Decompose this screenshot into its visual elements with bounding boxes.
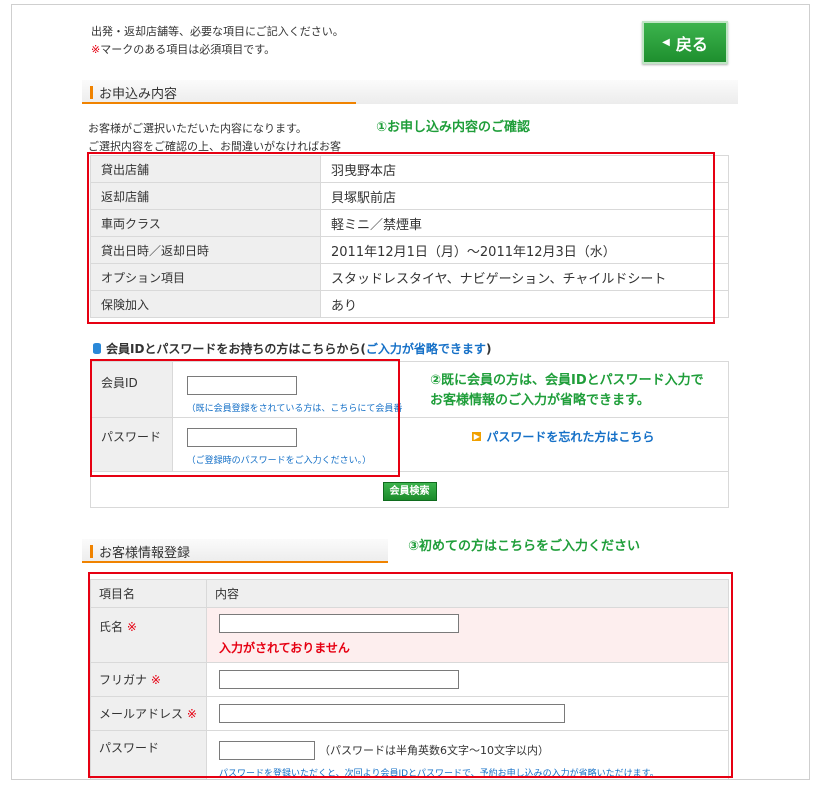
annotation-3: ③初めての方はこちらをご入力ください [408,539,641,554]
annotation-2: ②既に会員の方は、会員IDとパスワード入力で お客様情報のご入力が省略できます。 [430,371,704,411]
member-heading-text: 会員IDとパスワードをお持ちの方はこちらから(ご入力が省略できます) [106,340,491,357]
intro-text: 出発・返却店舗等、必要な項目にご記入ください。 ※マークのある項目は必須項目です… [91,23,344,59]
member-heading-link[interactable]: ご入力が省略できます [366,342,486,356]
section-2-underline [82,561,388,563]
annotation-2-line-1: ②既に会員の方は、会員IDとパスワード入力で [430,373,704,388]
back-button-label: 戻る [675,34,708,54]
page-content: 出発・返却店舗等、必要な項目にご記入ください。 ※マークのある項目は必須項目です… [12,5,809,779]
reservation-note-1: お客様がご選択いただいた内容になります。 [88,122,307,135]
forgot-password-link[interactable]: ▶ パスワードを忘れた方はこちら [472,428,728,445]
registration-highlight [88,572,733,778]
member-highlight [90,359,400,477]
intro-line-1: 出発・返却店舗等、必要な項目にご記入ください。 [91,25,344,38]
annotation-2-line-2: お客様情報のご入力が省略できます。 [430,393,650,408]
back-button[interactable]: ◀ 戻る [642,21,728,64]
intro-line-2: ※マークのある項目は必須項目です。 [91,41,344,59]
member-heading-pre: 会員IDとパスワードをお持ちの方はこちらから( [106,342,366,356]
member-login-heading: 会員IDとパスワードをお持ちの方はこちらから(ご入力が省略できます) [93,340,491,357]
section-customer-header: お客様情報登録 [82,539,388,563]
database-icon [93,343,101,354]
section-title: お申込み内容 [82,80,738,104]
arrow-right-icon: ▶ [472,432,482,441]
intro-line-2-text: マークのある項目は必須項目です。 [100,43,276,56]
triangle-left-icon: ◀ [662,37,670,48]
annotation-1: ①お申し込み内容のご確認 [376,120,531,135]
required-mark: ※ [91,43,101,56]
section-underline [82,102,356,104]
reservation-note: お客様がご選択いただいた内容になります。 ご選択内容をご確認の上、お間違いがなけ… [88,120,341,156]
member-heading-post: ) [485,342,492,356]
reservation-highlight [87,152,715,324]
member-search-button[interactable]: 会員検索 [382,482,437,501]
forgot-cell: ▶ パスワードを忘れた方はこちら [414,417,730,472]
forgot-password-label: パスワードを忘れた方はこちら [486,430,655,444]
page-frame: 出発・返却店舗等、必要な項目にご記入ください。 ※マークのある項目は必須項目です… [11,4,810,780]
section-2-title: お客様情報登録 [82,539,388,563]
section-reservation-header: お申込み内容 [82,80,738,104]
